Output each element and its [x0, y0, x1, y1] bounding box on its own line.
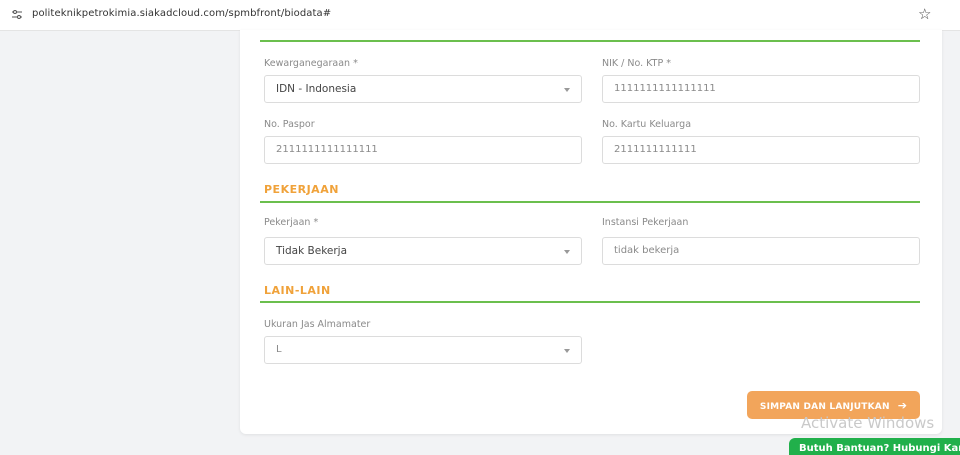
kk-label: No. Kartu Keluarga: [602, 119, 692, 130]
section-title-lain-lain: LAIN-LAIN: [264, 284, 331, 297]
activate-windows-watermark: Activate Windows: [801, 414, 935, 432]
nik-input[interactable]: 1111111111111111: [602, 75, 920, 103]
chevron-down-icon: [564, 250, 570, 254]
chevron-down-icon: [564, 349, 570, 353]
kewarganegaraan-value: IDN - Indonesia: [276, 83, 357, 95]
arrow-right-icon: ➔: [897, 398, 908, 412]
site-settings-icon[interactable]: [12, 10, 22, 19]
nik-value: 1111111111111111: [614, 83, 716, 94]
nik-label: NIK / No. KTP *: [602, 58, 671, 69]
instansi-label: Instansi Pekerjaan: [602, 217, 689, 228]
instansi-value: tidak bekerja: [614, 245, 680, 256]
section-divider: [260, 201, 920, 203]
url-text[interactable]: politeknikpetrokimia.siakadcloud.com/spm…: [32, 8, 331, 19]
section-divider: [260, 301, 920, 303]
paspor-value: 2111111111111111: [276, 144, 378, 155]
help-chat-button[interactable]: Butuh Bantuan? Hubungi Kami: [789, 438, 960, 455]
jas-value: L: [276, 344, 282, 355]
instansi-input[interactable]: tidak bekerja: [602, 237, 920, 265]
pekerjaan-value: Tidak Bekerja: [276, 245, 348, 257]
jas-label: Ukuran Jas Almamater: [264, 319, 371, 330]
paspor-label: No. Paspor: [264, 119, 315, 130]
biodata-form-card: Kewarganegaraan * IDN - Indonesia NIK / …: [240, 30, 942, 434]
kk-input[interactable]: 2111111111111: [602, 136, 920, 164]
section-divider: [260, 40, 920, 42]
kewarganegaraan-label: Kewarganegaraan *: [264, 58, 358, 69]
pekerjaan-label: Pekerjaan *: [264, 217, 319, 228]
pekerjaan-select[interactable]: Tidak Bekerja: [264, 237, 582, 265]
browser-address-bar: politeknikpetrokimia.siakadcloud.com/spm…: [0, 0, 960, 31]
kewarganegaraan-select[interactable]: IDN - Indonesia: [264, 75, 582, 103]
save-continue-label: SIMPAN DAN LANJUTKAN: [759, 401, 890, 412]
paspor-input[interactable]: 2111111111111111: [264, 136, 582, 164]
kk-value: 2111111111111: [614, 144, 697, 155]
bookmark-star-icon[interactable]: ☆: [918, 5, 931, 23]
section-title-pekerjaan: PEKERJAAN: [264, 183, 339, 196]
chevron-down-icon: [564, 88, 570, 92]
jas-select[interactable]: L: [264, 336, 582, 364]
